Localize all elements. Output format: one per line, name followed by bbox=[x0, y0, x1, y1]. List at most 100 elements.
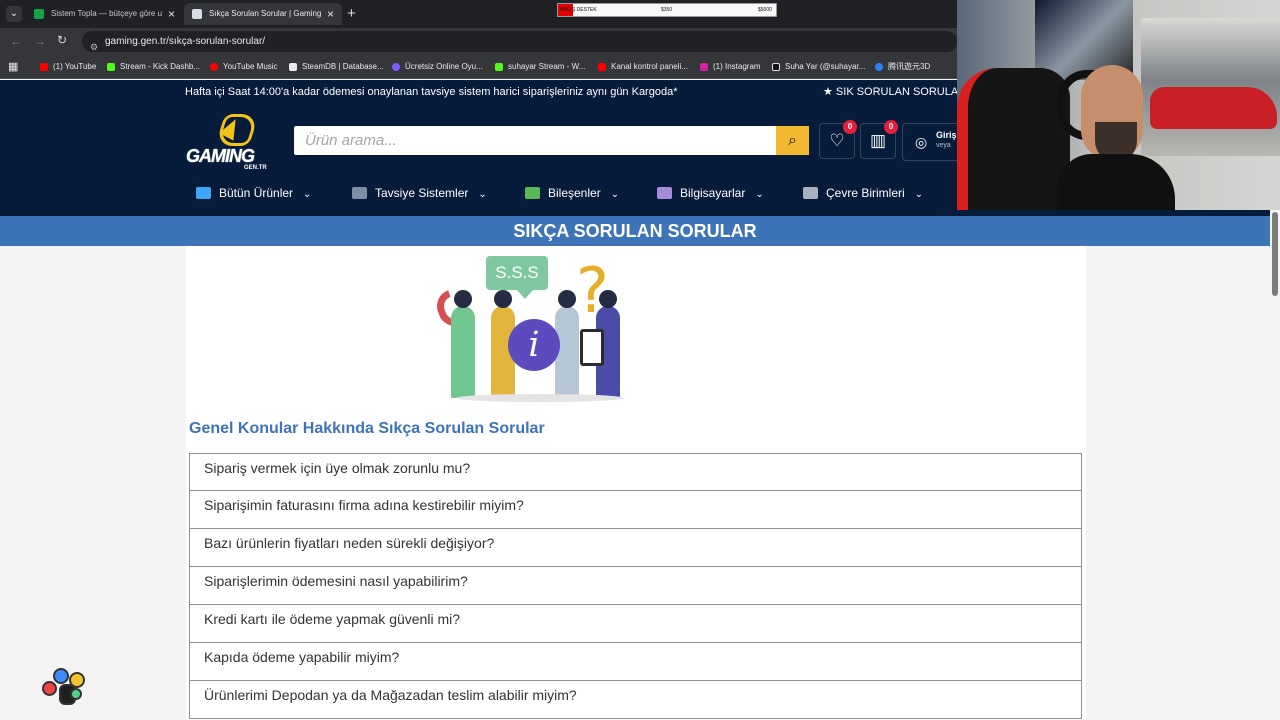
bookmark-label: Stream - Kick Dashb... bbox=[120, 62, 201, 71]
bookmark-instagram[interactable]: (1) Instagram bbox=[700, 59, 761, 75]
support-badge-shape bbox=[42, 681, 57, 696]
kick-icon bbox=[107, 63, 115, 71]
info-icon: i bbox=[508, 319, 560, 371]
wishlist-button[interactable]: ♡ 0 bbox=[819, 120, 857, 159]
gaming-logo[interactable]: GAMING GEN.TR bbox=[186, 114, 286, 172]
login-button[interactable]: ◎ Giriş veya bbox=[902, 123, 960, 161]
nav-components[interactable]: Bileşenler ⌄ bbox=[525, 185, 619, 201]
bookmark-youtube-music[interactable]: YouTube Music bbox=[210, 59, 278, 75]
support-badge-shape bbox=[53, 668, 69, 684]
bookmark-label: 腾讯遊元3D bbox=[888, 62, 931, 71]
login-subtitle: veya bbox=[936, 142, 951, 149]
bookmark-tiktok[interactable]: Suha Yar (@suhayar... bbox=[772, 59, 865, 75]
webcam-overlay bbox=[957, 0, 1280, 210]
bookmark-label: Suha Yar (@suhayar... bbox=[785, 62, 866, 71]
bookmark-online-games[interactable]: Ücretsiz Online Oyu... bbox=[392, 59, 483, 75]
bookmark-label: SteamDB | Database... bbox=[302, 62, 384, 71]
address-bar[interactable]: ⚙ gaming.gen.tr/sıkça-sorulan-sorular/ bbox=[82, 31, 957, 52]
browser-tab[interactable]: Sistem Topla — bütçeye göre u × bbox=[26, 3, 183, 25]
login-title: Giriş bbox=[936, 130, 957, 140]
person-figure bbox=[451, 290, 475, 398]
faq-question[interactable]: Kapıda ödeme yapabilir miyim? bbox=[189, 643, 1082, 681]
shipping-announcement: Hafta içi Saat 14:00'a kadar ödemesi ona… bbox=[185, 86, 678, 98]
faq-question[interactable]: Siparişimin faturasını firma adına kesti… bbox=[189, 491, 1082, 529]
faq-speech-bubble: S.S.S bbox=[486, 256, 548, 299]
nav-label: Bütün Ürünler bbox=[219, 186, 294, 200]
bookmark-steamdb[interactable]: SteamDB | Database... bbox=[289, 59, 384, 75]
bookmark-youtube[interactable]: (1) YouTube bbox=[40, 59, 96, 75]
nav-peripherals[interactable]: Çevre Birimleri ⌄ bbox=[803, 185, 923, 201]
red-car-image bbox=[1150, 87, 1277, 129]
nav-computers[interactable]: Bilgisayarlar ⌄ bbox=[657, 185, 764, 201]
peripherals-icon bbox=[803, 187, 818, 199]
floating-support-icon[interactable] bbox=[42, 668, 87, 708]
nav-label: Bileşenler bbox=[548, 186, 601, 200]
faq-section-title: Genel Konular Hakkında Sıkça Sorulan Sor… bbox=[189, 420, 545, 437]
faq-question[interactable]: Ürünlerimi Depodan ya da Mağazadan tesli… bbox=[189, 681, 1082, 719]
faq-question[interactable]: Sipariş vermek için üye olmak zorunlu mu… bbox=[189, 453, 1082, 491]
bookmark-label: suhayar Stream - W... bbox=[508, 62, 586, 71]
logo-subtext: GEN.TR bbox=[244, 165, 267, 171]
steamdb-icon bbox=[289, 63, 297, 71]
chevron-down-icon: ⌄ bbox=[610, 189, 620, 200]
close-icon[interactable]: × bbox=[168, 3, 175, 25]
search-field[interactable] bbox=[294, 126, 776, 155]
faq-question[interactable]: Siparişlerimin ödemesini nasıl yapabilir… bbox=[189, 567, 1082, 605]
tab-title: Sistem Topla — bütçeye göre u bbox=[51, 9, 163, 18]
faq-content: S.S.S ? i Genel Konular Hakkında Sıkça S… bbox=[186, 246, 1086, 720]
donation-goal: $5000 bbox=[758, 7, 772, 13]
active-browser-tab[interactable]: Sıkça Sorulan Sorular | Gaming × bbox=[184, 3, 342, 25]
bookmark-label: YouTube Music bbox=[223, 62, 278, 71]
bookmark-3d[interactable]: 腾讯遊元3D bbox=[875, 59, 930, 75]
heart-icon: ♡ bbox=[829, 131, 845, 150]
close-icon[interactable]: × bbox=[327, 3, 334, 25]
chevron-down-icon: ⌄ bbox=[755, 189, 764, 200]
plus-icon[interactable]: + bbox=[347, 5, 356, 23]
tab-title: Sıkça Sorulan Sorular | Gaming bbox=[209, 9, 322, 18]
illustration-shadow bbox=[456, 394, 624, 402]
gaming-favicon-icon bbox=[192, 9, 202, 19]
streamer-shirt bbox=[1057, 154, 1175, 210]
page-title: SIKÇA SORULAN SORULAR bbox=[0, 216, 1270, 246]
youtube-icon bbox=[40, 63, 48, 71]
chevron-down-icon: ⌄ bbox=[914, 189, 924, 200]
forward-icon[interactable]: → bbox=[34, 34, 46, 48]
search-button[interactable]: ⌕ bbox=[776, 126, 809, 155]
tab-search-icon[interactable]: ⌄ bbox=[6, 6, 22, 22]
search-input[interactable] bbox=[294, 126, 776, 155]
faq-header-link[interactable]: ★ SIK SORULAN SORULAR bbox=[823, 80, 966, 105]
apps-grid-icon[interactable]: ▦ bbox=[8, 60, 20, 73]
faq-list: Sipariş vermek için üye olmak zorunlu mu… bbox=[189, 453, 1082, 719]
bookmark-label: (1) Instagram bbox=[713, 62, 761, 71]
kick-icon bbox=[495, 63, 503, 71]
faq-illustration: S.S.S ? i bbox=[432, 256, 628, 402]
nav-all-products[interactable]: Bütün Ürünler ⌄ bbox=[196, 185, 311, 201]
nav-recommended-systems[interactable]: Tavsiye Sistemler ⌄ bbox=[352, 185, 487, 201]
chevron-down-icon: ⌄ bbox=[478, 189, 487, 200]
nav-label: Çevre Birimleri bbox=[826, 186, 905, 200]
back-icon[interactable]: ← bbox=[10, 34, 22, 48]
instagram-icon bbox=[700, 63, 708, 71]
pc-icon bbox=[352, 187, 367, 199]
bookmark-channel-panel[interactable]: Kanal kontrol paneli... bbox=[598, 59, 688, 75]
donation-progress-overlay: BAĞIŞ DESTEK $350 $5000 bbox=[557, 3, 777, 17]
reload-icon[interactable]: ↻ bbox=[57, 33, 67, 47]
youtube-music-icon bbox=[210, 63, 218, 71]
scrollbar-thumb[interactable] bbox=[1272, 212, 1278, 296]
chart-icon: ▥ bbox=[869, 131, 887, 150]
url-text: gaming.gen.tr/sıkça-sorulan-sorular/ bbox=[105, 36, 266, 47]
donation-label: BAĞIŞ DESTEK bbox=[560, 7, 597, 13]
faq-question[interactable]: Kredi kartı ile ödeme yapmak güvenli mi? bbox=[189, 605, 1082, 643]
nav-label: Tavsiye Sistemler bbox=[375, 186, 469, 200]
compare-count-badge: 0 bbox=[884, 120, 898, 134]
gaming-chair bbox=[957, 68, 1070, 210]
compare-button[interactable]: ▥ 0 bbox=[860, 120, 898, 159]
bookmark-kick[interactable]: Stream - Kick Dashb... bbox=[107, 59, 200, 75]
faq-link-label: SIK SORULAN SORULAR bbox=[835, 86, 967, 98]
globe-icon bbox=[875, 63, 883, 71]
component-icon bbox=[525, 187, 540, 199]
bookmark-label: (1) YouTube bbox=[53, 62, 97, 71]
faq-question[interactable]: Bazı ürünlerin fiyatları neden sürekli d… bbox=[189, 529, 1082, 567]
bookmark-kick-stream[interactable]: suhayar Stream - W... bbox=[495, 59, 585, 75]
youtube-icon bbox=[598, 63, 606, 71]
